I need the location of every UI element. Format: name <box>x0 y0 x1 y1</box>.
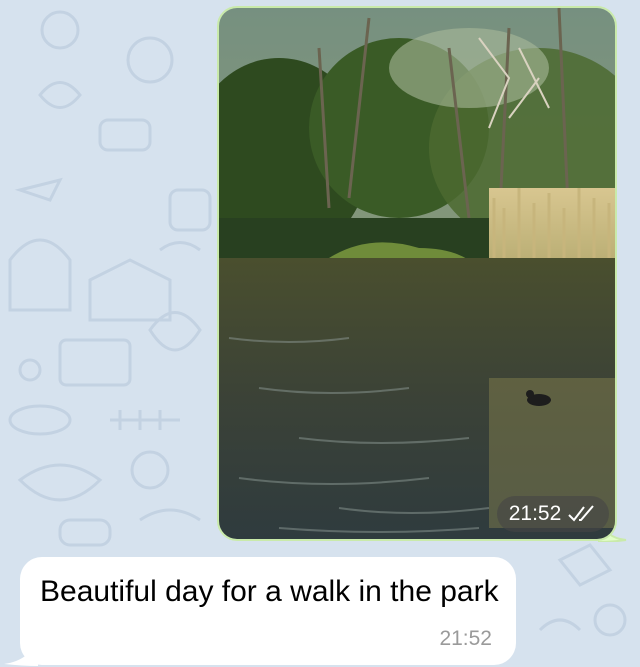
incoming-text-message[interactable]: Beautiful day for a walk in the park 21:… <box>20 557 516 665</box>
message-text: Beautiful day for a walk in the park <box>40 575 499 608</box>
outgoing-photo-message[interactable] <box>217 6 617 541</box>
photo-timestamp-pill: 21:52 <box>497 496 609 532</box>
park-photo[interactable] <box>219 8 615 539</box>
photo-time: 21:52 <box>508 502 562 525</box>
message-time: 21:52 <box>439 627 492 650</box>
double-check-icon <box>568 505 595 522</box>
